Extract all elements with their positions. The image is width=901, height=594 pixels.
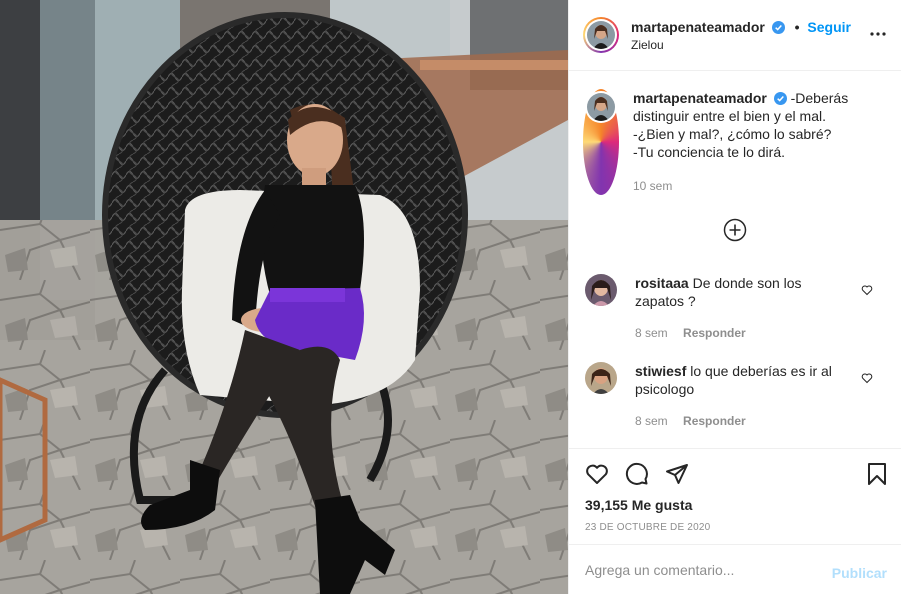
like-count[interactable]: 39,155 Me gusta [585, 497, 692, 513]
comment-text: psicologo [635, 381, 695, 397]
avatar[interactable] [587, 21, 615, 49]
caption-username[interactable]: martapenateamador [633, 90, 767, 106]
caption-line: -Tu conciencia te lo dirá. [633, 144, 785, 160]
comment-text: lo que deberías es ir al [690, 363, 832, 379]
verified-badge-icon [773, 92, 787, 105]
comment-text: De donde son los [692, 275, 802, 291]
post-date[interactable]: 23 DE OCTUBRE DE 2020 [585, 522, 710, 533]
more-options-icon[interactable] [869, 25, 887, 43]
heart-icon[interactable] [861, 372, 873, 384]
comment-avatar[interactable] [585, 274, 617, 306]
caption-line: -Deberás [790, 90, 849, 106]
caption-story-ring[interactable] [583, 89, 619, 195]
caption-text: martapenateamador -Deberás distinguir en… [633, 89, 848, 195]
caption-timestamp[interactable]: 10 sem [633, 177, 848, 195]
load-more-comments-icon[interactable] [723, 218, 747, 242]
like-heart-icon[interactable] [585, 462, 609, 486]
comment-item: stiwiesf lo que deberías es ir al psicol… [585, 362, 885, 430]
publish-button[interactable]: Publicar [832, 565, 887, 581]
comment-item: rositaaa De donde son los zapatos ? 8 se… [585, 274, 885, 342]
comment-body: rositaaa De donde son los zapatos ? 8 se… [635, 274, 835, 342]
reply-button[interactable]: Responder [683, 326, 746, 340]
comment-body: stiwiesf lo que deberías es ir al psicol… [635, 362, 835, 430]
header-username[interactable]: martapenateamador [631, 19, 765, 35]
location-link[interactable]: Zielou [631, 38, 851, 52]
story-ring[interactable] [583, 17, 619, 53]
post-caption: martapenateamador -Deberás distinguir en… [583, 89, 883, 195]
post-side-panel: martapenateamador • Seguir Zielou martap… [568, 0, 901, 594]
separator-dot: • [794, 18, 800, 35]
comment-text: zapatos ? [635, 293, 696, 309]
comment-icon[interactable] [625, 462, 649, 486]
share-icon[interactable] [665, 462, 689, 486]
follow-button[interactable]: Seguir [807, 19, 851, 35]
comment-timestamp[interactable]: 8 sem [635, 326, 668, 340]
caption-line: distinguir entre el bien y el mal. [633, 108, 826, 124]
comment-input[interactable] [585, 561, 815, 578]
reply-button[interactable]: Responder [683, 414, 746, 428]
caption-avatar[interactable] [587, 93, 615, 121]
comment-timestamp[interactable]: 8 sem [635, 414, 668, 428]
caption-line: -¿Bien y mal?, ¿cómo lo sabré? [633, 126, 832, 142]
post-actions: 39,155 Me gusta 23 DE OCTUBRE DE 2020 [569, 448, 901, 544]
add-comment-bar: Publicar [569, 544, 901, 594]
heart-icon[interactable] [861, 284, 873, 296]
save-bookmark-icon[interactable] [865, 462, 889, 486]
comment-username[interactable]: rositaaa [635, 275, 689, 291]
verified-badge-icon [771, 20, 785, 34]
post-photo[interactable] [0, 0, 568, 594]
post-header: martapenateamador • Seguir Zielou [569, 0, 901, 71]
comment-avatar[interactable] [585, 362, 617, 394]
comment-username[interactable]: stiwiesf [635, 363, 686, 379]
